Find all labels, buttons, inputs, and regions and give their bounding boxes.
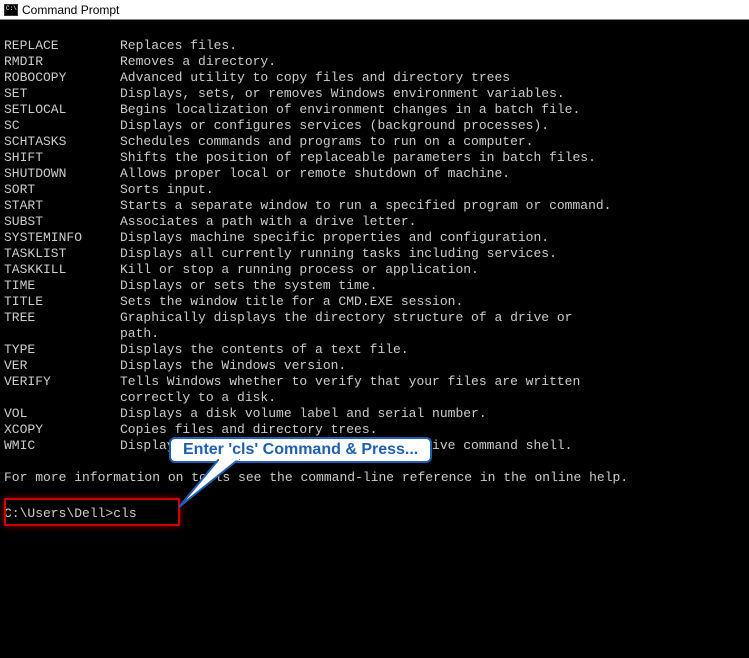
- command-name: VOL: [4, 406, 120, 422]
- help-command-row: XCOPYCopies files and directory trees.: [4, 422, 745, 438]
- help-command-row: TIMEDisplays or sets the system time.: [4, 278, 745, 294]
- command-name: TITLE: [4, 294, 120, 310]
- command-description: Displays or configures services (backgro…: [120, 118, 745, 134]
- command-description: Tells Windows whether to verify that you…: [120, 374, 745, 390]
- command-name: REPLACE: [4, 38, 120, 54]
- command-description: Shifts the position of replaceable param…: [120, 150, 745, 166]
- command-description: Sorts input.: [120, 182, 745, 198]
- command-description: Removes a directory.: [120, 54, 745, 70]
- command-name: SYSTEMINFO: [4, 230, 120, 246]
- help-command-row: RMDIRRemoves a directory.: [4, 54, 745, 70]
- help-command-row: SHIFTShifts the position of replaceable …: [4, 150, 745, 166]
- command-description: Schedules commands and programs to run o…: [120, 134, 745, 150]
- help-command-row: TITLESets the window title for a CMD.EXE…: [4, 294, 745, 310]
- help-command-row: REPLACEReplaces files.: [4, 38, 745, 54]
- command-description: Begins localization of environment chang…: [120, 102, 745, 118]
- command-description: Kill or stop a running process or applic…: [120, 262, 745, 278]
- help-command-row: SUBSTAssociates a path with a drive lett…: [4, 214, 745, 230]
- command-description-cont: path.: [4, 326, 745, 342]
- help-footer: For more information on tools see the co…: [4, 470, 745, 486]
- command-name: SET: [4, 86, 120, 102]
- help-command-row: SCHTASKSSchedules commands and programs …: [4, 134, 745, 150]
- command-name: TIME: [4, 278, 120, 294]
- command-name: SETLOCAL: [4, 102, 120, 118]
- help-command-row: SHUTDOWNAllows proper local or remote sh…: [4, 166, 745, 182]
- help-command-row: SETDisplays, sets, or removes Windows en…: [4, 86, 745, 102]
- command-description: Displays all currently running tasks inc…: [120, 246, 745, 262]
- help-command-row: TASKKILLKill or stop a running process o…: [4, 262, 745, 278]
- help-command-row: SYSTEMINFODisplays machine specific prop…: [4, 230, 745, 246]
- command-description: Associates a path with a drive letter.: [120, 214, 745, 230]
- help-command-row: ROBOCOPYAdvanced utility to copy files a…: [4, 70, 745, 86]
- command-name: RMDIR: [4, 54, 120, 70]
- blank-line: [4, 486, 745, 502]
- command-name: TREE: [4, 310, 120, 326]
- command-description: Copies files and directory trees.: [120, 422, 745, 438]
- cmd-icon: [4, 4, 18, 16]
- help-command-row: SETLOCALBegins localization of environme…: [4, 102, 745, 118]
- window-title: Command Prompt: [22, 3, 119, 17]
- titlebar[interactable]: Command Prompt: [0, 0, 749, 20]
- command-description: Sets the window title for a CMD.EXE sess…: [120, 294, 745, 310]
- command-description: Displays a disk volume label and serial …: [120, 406, 745, 422]
- command-name: XCOPY: [4, 422, 120, 438]
- command-description: Allows proper local or remote shutdown o…: [120, 166, 745, 182]
- help-command-row: VERDisplays the Windows version.: [4, 358, 745, 374]
- command-description: Starts a separate window to run a specif…: [120, 198, 745, 214]
- callout-tail-icon: [179, 459, 259, 509]
- help-command-row: TASKLISTDisplays all currently running t…: [4, 246, 745, 262]
- help-command-row: SORTSorts input.: [4, 182, 745, 198]
- help-command-row: VERIFYTells Windows whether to verify th…: [4, 374, 745, 390]
- command-name: TYPE: [4, 342, 120, 358]
- prompt-line[interactable]: C:\Users\Dell>cls: [4, 502, 745, 526]
- command-name: TASKLIST: [4, 246, 120, 262]
- help-command-row: STARTStarts a separate window to run a s…: [4, 198, 745, 214]
- command-description: Replaces files.: [120, 38, 745, 54]
- command-name: SORT: [4, 182, 120, 198]
- help-command-row: SCDisplays or configures services (backg…: [4, 118, 745, 134]
- help-command-row: TYPEDisplays the contents of a text file…: [4, 342, 745, 358]
- prompt-text: C:\Users\Dell>cls: [4, 506, 137, 522]
- command-name: SUBST: [4, 214, 120, 230]
- command-name: SCHTASKS: [4, 134, 120, 150]
- command-name: START: [4, 198, 120, 214]
- command-description: Displays the Windows version.: [120, 358, 745, 374]
- command-name: SHUTDOWN: [4, 166, 120, 182]
- command-name: SHIFT: [4, 150, 120, 166]
- command-name: VERIFY: [4, 374, 120, 390]
- command-description-cont: correctly to a disk.: [4, 390, 745, 406]
- command-name: TASKKILL: [4, 262, 120, 278]
- command-name: SC: [4, 118, 120, 134]
- command-description: Displays, sets, or removes Windows envir…: [120, 86, 745, 102]
- command-description: Displays or sets the system time.: [120, 278, 745, 294]
- command-description: Displays the contents of a text file.: [120, 342, 745, 358]
- command-description: Graphically displays the directory struc…: [120, 310, 745, 326]
- command-name: WMIC: [4, 438, 120, 454]
- command-description: Displays machine specific properties and…: [120, 230, 745, 246]
- annotation-callout: Enter 'cls' Command & Press...: [169, 437, 432, 463]
- help-command-row: TREEGraphically displays the directory s…: [4, 310, 745, 326]
- command-name: ROBOCOPY: [4, 70, 120, 86]
- command-description: Advanced utility to copy files and direc…: [120, 70, 745, 86]
- command-name: VER: [4, 358, 120, 374]
- help-command-row: VOLDisplays a disk volume label and seri…: [4, 406, 745, 422]
